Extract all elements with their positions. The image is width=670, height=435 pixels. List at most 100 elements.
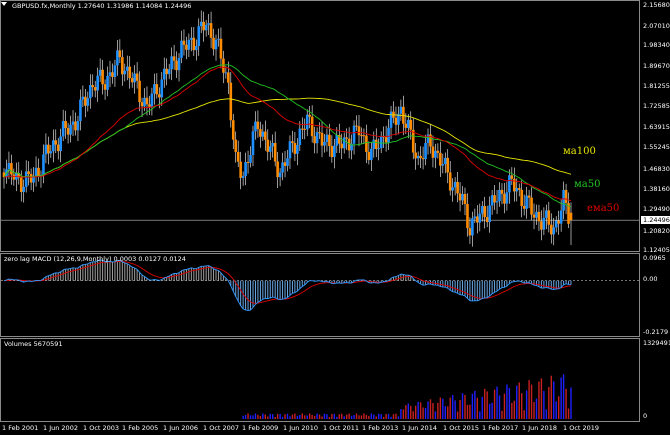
candle-body xyxy=(559,210,563,224)
candle-body xyxy=(180,40,183,58)
candle-body xyxy=(133,73,136,83)
candle-body xyxy=(328,134,331,147)
candle-body xyxy=(22,186,26,192)
candle-body xyxy=(414,152,417,159)
candle-body xyxy=(74,121,77,131)
candle-body xyxy=(113,65,117,77)
price-tick: 2.15680 xyxy=(643,1,670,9)
candle-body xyxy=(520,189,523,206)
candle-body xyxy=(485,217,489,223)
candle-body xyxy=(172,56,176,61)
price-tick: 2.07010 xyxy=(643,22,670,30)
candle-body xyxy=(552,227,556,235)
time-tick: 1 Feb 2005 xyxy=(122,424,159,432)
candle-body xyxy=(291,141,294,143)
candle-body xyxy=(103,84,107,90)
candle-body xyxy=(372,139,376,149)
candle-body xyxy=(98,69,102,76)
candle-body xyxy=(59,136,62,152)
candle-body xyxy=(34,167,38,176)
candle-body xyxy=(61,121,65,137)
candle-body xyxy=(342,137,346,149)
candle-body xyxy=(160,79,164,98)
candle-body xyxy=(256,121,260,130)
candle-body xyxy=(471,218,474,236)
price-tick: 1.46830 xyxy=(643,165,670,173)
macd-tick: -0.2179 xyxy=(643,328,669,336)
candle-body xyxy=(330,146,334,158)
candle-body xyxy=(483,206,487,218)
candle-body xyxy=(448,172,452,191)
candle-body xyxy=(108,72,112,76)
candle-body xyxy=(101,69,104,85)
candle-body xyxy=(148,104,151,107)
time-tick: 1 Feb 2017 xyxy=(482,424,519,432)
candle-body xyxy=(37,167,40,177)
candle-body xyxy=(69,124,72,135)
price-chart-pane[interactable]: GBPUSD.fx,Monthly 1.27640 1.31986 1.1408… xyxy=(0,0,640,252)
candle-body xyxy=(313,136,316,144)
candle-body xyxy=(145,97,149,105)
candle-body xyxy=(286,158,289,166)
symbol-dropdown-icon[interactable] xyxy=(1,1,7,7)
candle-body xyxy=(29,174,33,183)
candle-body xyxy=(446,157,450,173)
candle-body xyxy=(47,144,50,154)
candle-body xyxy=(7,163,11,170)
candle-body xyxy=(387,127,390,143)
macd-indicator-pane[interactable]: zero lag MACD (12,26,9,Monthly) 0.0003 0… xyxy=(0,253,640,337)
candle-body xyxy=(111,72,114,77)
volume-canvas[interactable] xyxy=(1,339,639,421)
candle-body xyxy=(24,171,28,187)
price-chart-canvas[interactable] xyxy=(1,1,639,251)
candle-body xyxy=(194,46,198,51)
candle-body xyxy=(254,121,257,132)
candle-body xyxy=(540,221,543,230)
candle-body xyxy=(547,210,551,225)
candle-body xyxy=(357,126,361,136)
candle-body xyxy=(231,120,235,140)
candle-body xyxy=(249,154,252,163)
time-tick: 1 Jun 2002 xyxy=(43,424,78,432)
candle-body xyxy=(406,119,410,128)
candle-body xyxy=(545,210,548,218)
candle-body xyxy=(96,75,99,91)
macd-tick: 0.00 xyxy=(643,275,658,283)
candle-body xyxy=(525,195,528,209)
candle-body xyxy=(370,148,373,161)
candle-body xyxy=(300,128,304,130)
candle-body xyxy=(155,84,159,95)
candle-body xyxy=(360,135,363,137)
candle-body xyxy=(461,194,464,201)
candle-body xyxy=(310,116,314,137)
candle-body xyxy=(522,205,526,209)
volume-indicator-pane[interactable]: Volumes 5670591 xyxy=(0,338,640,422)
candle-body xyxy=(293,142,297,154)
candle-body xyxy=(365,135,368,153)
candle-body xyxy=(224,72,228,74)
candle-body xyxy=(165,68,169,75)
candle-body xyxy=(530,197,533,215)
macd-canvas[interactable] xyxy=(1,254,639,336)
candle-body xyxy=(162,68,166,80)
candle-body xyxy=(399,106,403,114)
candle-body xyxy=(276,161,279,178)
candle-body xyxy=(303,128,307,130)
candle-body xyxy=(261,131,265,137)
candle-body xyxy=(305,114,309,130)
candle-body xyxy=(288,141,292,159)
candle-body xyxy=(209,23,213,38)
candle-body xyxy=(557,220,560,224)
candle-body xyxy=(91,85,95,88)
candle-body xyxy=(340,143,344,149)
candle-body xyxy=(335,134,339,146)
candle-body xyxy=(150,93,154,107)
candle-body xyxy=(170,56,173,70)
candle-body xyxy=(10,163,13,175)
candle-body xyxy=(283,162,287,166)
candle-body xyxy=(505,192,509,204)
candle-body xyxy=(478,213,482,223)
candle-body xyxy=(42,154,45,176)
time-tick: 1 Jun 2010 xyxy=(283,424,318,432)
candle-body xyxy=(490,195,494,206)
